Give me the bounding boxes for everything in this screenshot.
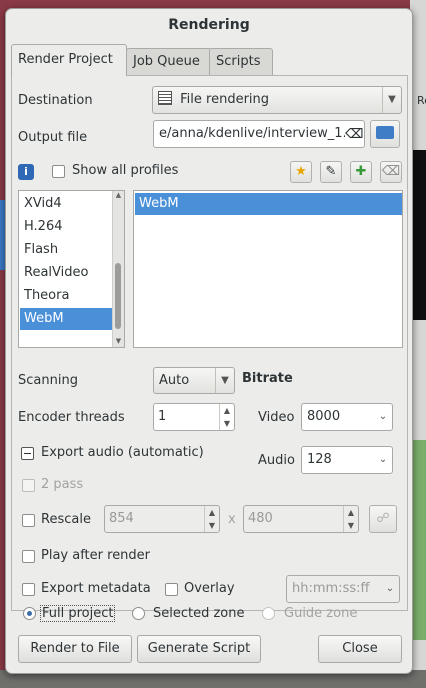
render-project-panel: Destination File rendering ▼ Output file… bbox=[11, 75, 408, 611]
video-bitrate-select[interactable]: 8000 ⌄ bbox=[301, 403, 393, 431]
rescale-label: Rescale bbox=[41, 512, 91, 527]
chevron-up-icon[interactable]: ▲ bbox=[113, 191, 124, 199]
overlay-label: Overlay bbox=[184, 581, 235, 596]
video-bitrate-value: 8000 bbox=[307, 409, 341, 424]
chevron-down-icon: ⌄ bbox=[385, 583, 395, 594]
list-item-selected[interactable]: WebM bbox=[20, 308, 112, 330]
chevron-up-icon[interactable]: ▲ bbox=[220, 404, 234, 417]
rescale-separator: x bbox=[228, 512, 236, 527]
trash-icon: ⌫ bbox=[381, 164, 401, 179]
export-metadata-checkbox[interactable] bbox=[22, 583, 35, 596]
video-bitrate-label: Video bbox=[258, 410, 295, 425]
encoder-threads-value: 1 bbox=[158, 409, 167, 424]
show-all-profiles-checkbox[interactable] bbox=[52, 165, 65, 178]
open-file-button[interactable] bbox=[370, 120, 400, 148]
tab-scripts[interactable]: Scripts bbox=[209, 48, 273, 75]
export-audio-checkbox[interactable] bbox=[21, 447, 34, 460]
audio-bitrate-value: 128 bbox=[307, 452, 332, 467]
scrollbar-thumb[interactable] bbox=[115, 263, 121, 329]
bitrate-heading: Bitrate bbox=[242, 371, 293, 386]
dialog-title: Rendering bbox=[168, 17, 250, 33]
tab-job-queue[interactable]: Job Queue bbox=[126, 48, 212, 75]
list-item-selected[interactable]: WebM bbox=[135, 193, 402, 215]
preset-list[interactable]: WebM bbox=[133, 190, 403, 348]
audio-bitrate-label: Audio bbox=[258, 453, 295, 468]
scanning-value: Auto bbox=[159, 373, 190, 388]
selected-zone-radio[interactable] bbox=[132, 607, 145, 620]
rescale-height-value: 480 bbox=[248, 511, 273, 526]
chevron-down-icon: ⌄ bbox=[378, 454, 388, 465]
rescale-width-value: 854 bbox=[109, 511, 134, 526]
pencil-icon: ✎ bbox=[325, 164, 337, 179]
two-pass-label: 2 pass bbox=[41, 477, 84, 492]
delete-profile-button[interactable]: ⌫ bbox=[380, 161, 402, 183]
rescale-width-spinbox[interactable]: 854 ▲ ▼ bbox=[104, 505, 220, 533]
export-audio-label: Export audio (automatic) bbox=[41, 445, 204, 460]
chevron-up-icon[interactable]: ▲ bbox=[344, 506, 358, 519]
add-document-icon: ✚ bbox=[355, 164, 367, 179]
guide-zone-label: Guide zone bbox=[284, 606, 358, 621]
spin-buttons[interactable]: ▲ ▼ bbox=[219, 404, 234, 430]
list-item[interactable]: XVid4 bbox=[20, 193, 112, 215]
two-pass-checkbox[interactable] bbox=[22, 479, 35, 492]
list-item[interactable]: H.264 bbox=[20, 216, 112, 238]
chevron-up-icon[interactable]: ▲ bbox=[205, 506, 219, 519]
chevron-down-icon[interactable]: ▼ bbox=[344, 519, 358, 532]
render-to-file-button[interactable]: Render to File bbox=[18, 635, 132, 663]
scanning-label: Scanning bbox=[18, 373, 78, 388]
overlay-placeholder: hh:mm:ss:ff bbox=[292, 581, 370, 596]
list-item[interactable]: Flash bbox=[20, 239, 112, 261]
close-button[interactable]: Close bbox=[318, 635, 402, 663]
partial-check-icon bbox=[24, 453, 31, 454]
output-file-value: e/anna/kdenlive/interview_1. bbox=[159, 126, 347, 141]
file-rendering-icon bbox=[158, 91, 172, 105]
play-after-render-checkbox[interactable] bbox=[22, 550, 35, 563]
play-after-render-label: Play after render bbox=[41, 548, 151, 563]
rendering-dialog: Rendering Render Project Job Queue Scrip… bbox=[5, 8, 413, 674]
output-file-input[interactable]: e/anna/kdenlive/interview_1. bbox=[153, 120, 365, 148]
encoder-threads-spinbox[interactable]: 1 ▲ ▼ bbox=[153, 403, 235, 431]
chevron-down-icon: ⌄ bbox=[378, 411, 388, 422]
destination-value: File rendering bbox=[180, 92, 270, 107]
list-item[interactable]: Theora bbox=[20, 285, 112, 307]
output-file-label: Output file bbox=[18, 130, 88, 145]
favorite-button[interactable]: ★ bbox=[290, 161, 312, 183]
audio-bitrate-select[interactable]: 128 ⌄ bbox=[301, 446, 393, 474]
clear-input-icon[interactable]: ⌫ bbox=[345, 127, 364, 142]
chevron-down-icon: ▼ bbox=[215, 368, 234, 393]
star-icon: ★ bbox=[295, 164, 307, 179]
tab-render-project[interactable]: Render Project bbox=[11, 44, 127, 76]
chevron-down-icon: ▼ bbox=[382, 87, 401, 113]
folder-icon bbox=[376, 126, 394, 139]
overlay-checkbox[interactable] bbox=[165, 583, 178, 596]
show-all-profiles-label: Show all profiles bbox=[72, 163, 179, 178]
destination-label: Destination bbox=[18, 93, 93, 108]
overlay-select[interactable]: hh:mm:ss:ff ⌄ bbox=[286, 575, 400, 603]
export-metadata-label: Export metadata bbox=[41, 581, 151, 596]
chevron-down-icon[interactable]: ▼ bbox=[113, 337, 124, 345]
generate-script-button[interactable]: Generate Script bbox=[137, 635, 261, 663]
spin-buttons[interactable]: ▲ ▼ bbox=[204, 506, 219, 532]
scanning-select[interactable]: Auto ▼ bbox=[153, 367, 235, 394]
full-project-label: Full project bbox=[39, 605, 116, 622]
destination-select[interactable]: File rendering ▼ bbox=[152, 86, 402, 114]
spin-buttons[interactable]: ▲ ▼ bbox=[343, 506, 358, 532]
full-project-radio[interactable] bbox=[23, 607, 36, 620]
guide-zone-radio[interactable] bbox=[262, 607, 275, 620]
info-icon[interactable]: i bbox=[18, 164, 34, 180]
format-list[interactable]: XVid4 H.264 Flash RealVideo Theora WebM … bbox=[18, 190, 125, 348]
link-size-button[interactable]: ☍ bbox=[369, 505, 397, 533]
chevron-down-icon[interactable]: ▼ bbox=[220, 417, 234, 430]
list-item[interactable]: RealVideo bbox=[20, 262, 112, 284]
rescale-checkbox[interactable] bbox=[22, 514, 35, 527]
edit-profile-button[interactable]: ✎ bbox=[320, 161, 342, 183]
list-scrollbar[interactable]: ▲ ▼ bbox=[112, 191, 124, 347]
background-text: Re bbox=[417, 94, 426, 107]
selected-zone-label: Selected zone bbox=[153, 606, 245, 621]
encoder-threads-label: Encoder threads bbox=[18, 410, 125, 425]
chevron-down-icon[interactable]: ▼ bbox=[205, 519, 219, 532]
lock-icon: ☍ bbox=[376, 511, 390, 526]
rescale-height-spinbox[interactable]: 480 ▲ ▼ bbox=[243, 505, 359, 533]
new-profile-button[interactable]: ✚ bbox=[350, 161, 372, 183]
